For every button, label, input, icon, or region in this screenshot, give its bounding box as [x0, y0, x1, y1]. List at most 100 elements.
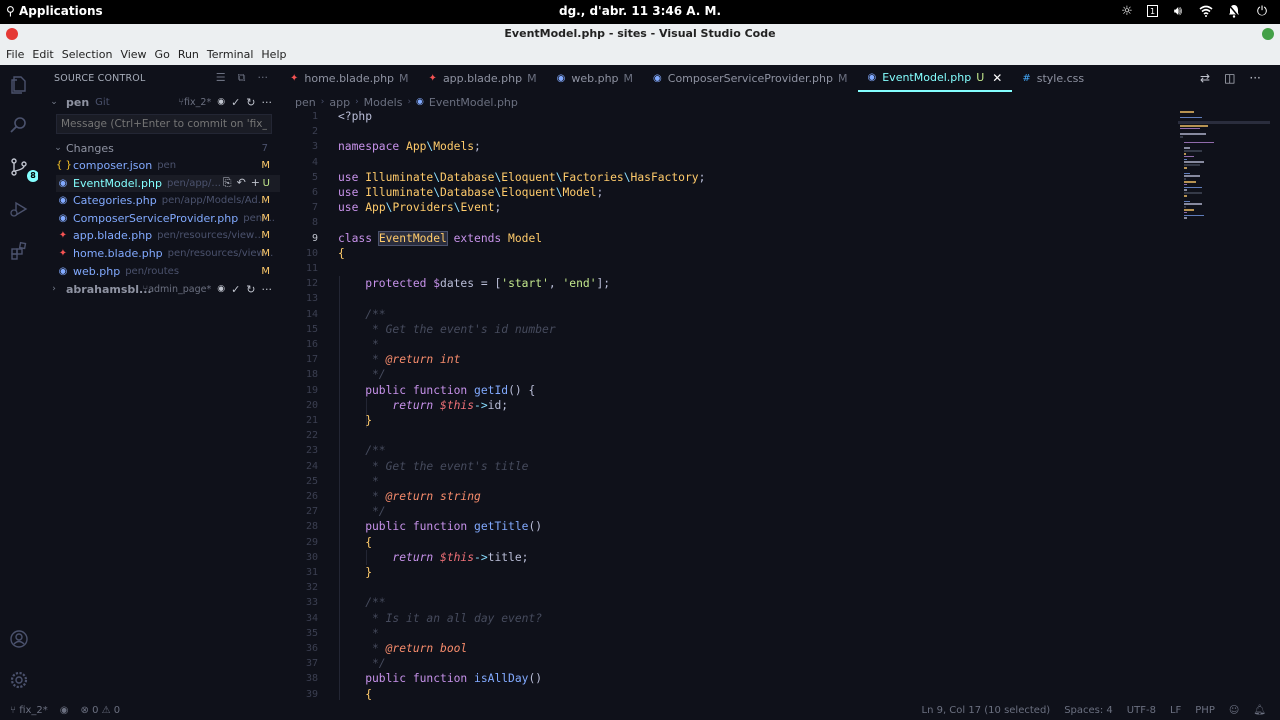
open-changes-icon[interactable]: ⇄ [1200, 71, 1210, 85]
more-actions-icon[interactable]: ··· [1249, 71, 1260, 85]
close-icon[interactable]: ✕ [992, 71, 1002, 85]
editor-tab[interactable]: ◉ EventModel.php U ✕ [857, 65, 1013, 92]
more-icon[interactable]: ··· [262, 283, 273, 296]
extensions-icon[interactable] [7, 239, 31, 263]
editor-tab[interactable]: ✦ app.blade.php M [419, 65, 547, 92]
code-token: () [528, 520, 543, 534]
repo-row-abrahamsbl[interactable]: › abrahamsbl... ⑂admin_page* ◉ ✓ ↻ ··· [38, 280, 280, 298]
branch-indicator[interactable]: ⑂admin_page* [143, 284, 212, 295]
editor-tab[interactable]: ◉ ComposerServiceProvider.php M [643, 65, 857, 92]
code-line: 16 * [280, 337, 1180, 352]
live-share-icon[interactable]: ◉ [60, 705, 69, 716]
menu-file[interactable]: File [5, 44, 29, 65]
changes-group[interactable]: ⌄ Changes 7 [50, 140, 272, 156]
code-token: 'end' [562, 277, 597, 291]
status-encoding[interactable]: UTF-8 [1127, 705, 1156, 716]
status-language[interactable]: PHP [1195, 705, 1215, 716]
bell-icon[interactable]: 🔔︎ [1253, 705, 1266, 716]
editor-tab[interactable]: ✦ home.blade.php M [280, 65, 419, 92]
split-editor-icon[interactable]: ◫ [1224, 71, 1235, 85]
applications-menu[interactable]: ⚲ Applications [6, 4, 103, 18]
code-editor[interactable]: 1 <?php 2 3 namespace App\Models; 4 5 use Illum… [280, 109, 1180, 702]
menu-go[interactable]: Go [154, 44, 175, 65]
collapse-all-icon[interactable]: ⧉ [238, 71, 246, 85]
changed-file-row[interactable]: ◉ Categories.php pen/app/Models/Ad... M [56, 192, 280, 209]
changed-file-row[interactable]: ◉ EventModel.php pen/app/... ⎘ ↶ + U [56, 174, 280, 192]
power-icon[interactable]: ⏻ [1254, 3, 1270, 19]
commit-check-icon[interactable]: ✓ [231, 283, 240, 296]
status-indentation[interactable]: Spaces: 4 [1064, 705, 1113, 716]
code-text: use Illuminate\Database\Eloquent\Model; [338, 185, 603, 200]
minimap[interactable] [1178, 109, 1270, 239]
status-cursor-position[interactable]: Ln 9, Col 17 (10 selected) [922, 705, 1051, 716]
changed-file-row[interactable]: { } composer.json pen M [56, 157, 280, 174]
menu-run[interactable]: Run [177, 44, 204, 65]
refresh-icon[interactable]: ↻ [246, 96, 255, 109]
refresh-icon[interactable]: ↻ [246, 283, 255, 296]
repo-row-pen[interactable]: ⌄ pen Git ⑂fix_2* ◉ ✓ ↻ ··· [38, 93, 280, 111]
workspace-indicator-icon[interactable]: 1 [1147, 5, 1158, 17]
window-close-button[interactable] [6, 28, 18, 40]
breadcrumb-item[interactable]: EventModel.php [429, 96, 518, 109]
more-icon[interactable]: ··· [262, 96, 273, 109]
file-type-icon: # [1022, 73, 1031, 84]
minimap-viewport[interactable] [1178, 121, 1270, 124]
notifications-off-icon[interactable] [1226, 3, 1242, 19]
account-icon[interactable] [7, 627, 31, 651]
file-path: pen/resources/views/l... [157, 230, 268, 242]
source-control-icon[interactable]: 8 [7, 155, 39, 182]
minimap-line [1184, 141, 1214, 144]
brightness-icon[interactable]: ☼ [1119, 3, 1135, 19]
gear-icon[interactable] [7, 668, 31, 692]
code-token: * [338, 353, 386, 367]
menu-selection[interactable]: Selection [61, 44, 118, 65]
editor-tab[interactable]: ◉ web.php M [547, 65, 643, 92]
file-status: U [262, 177, 270, 189]
code-token: protected [338, 277, 434, 291]
clock[interactable]: dg., d'abr. 11 3:46 A. M. [0, 4, 1280, 18]
file-path: pen/routes [125, 265, 180, 277]
volume-icon[interactable]: 🔊︎ [1170, 3, 1186, 19]
stage-changes-icon[interactable]: + [251, 176, 260, 190]
commit-message-input[interactable] [56, 114, 272, 134]
search-icon[interactable] [7, 113, 31, 137]
breadcrumb-item[interactable]: app [329, 96, 350, 109]
code-token: Illuminate [365, 170, 434, 184]
file-status: M [261, 160, 270, 171]
changed-file-row[interactable]: ◉ web.php pen/routes M [56, 263, 280, 280]
explorer-icon[interactable] [7, 73, 31, 97]
code-line: 8 [280, 215, 1180, 230]
status-problems[interactable]: ⊗ 0 ⚠ 0 [81, 705, 121, 716]
window-maximize-button[interactable] [1262, 28, 1274, 40]
menu-view[interactable]: View [119, 44, 151, 65]
minimap-line [1180, 111, 1194, 113]
tab-label: home.blade.php [304, 72, 395, 85]
feedback-icon[interactable]: ☺ [1229, 705, 1239, 716]
menu-terminal[interactable]: Terminal [206, 44, 259, 65]
discard-changes-icon[interactable]: ↶ [237, 176, 246, 190]
more-actions-icon[interactable]: ··· [258, 71, 269, 85]
view-as-tree-icon[interactable]: ☰ [216, 71, 226, 85]
menu-help[interactable]: Help [260, 44, 291, 65]
status-branch[interactable]: ⑂ fix_2* [10, 705, 48, 716]
branch-indicator[interactable]: ⑂fix_2* [178, 97, 211, 108]
open-file-icon[interactable]: ⎘ [223, 176, 232, 190]
status-eol[interactable]: LF [1170, 705, 1181, 716]
run-debug-icon[interactable] [7, 197, 31, 221]
editor-tab[interactable]: # style.css [1012, 65, 1094, 92]
activity-bar: 8 [0, 65, 39, 700]
changed-file-row[interactable]: ◉ ComposerServiceProvider.php pen/... M [56, 210, 280, 227]
changed-file-row[interactable]: ✦ app.blade.php pen/resources/views/l... M [56, 227, 280, 244]
line-number: 15 [305, 323, 318, 335]
breadcrumb-item[interactable]: Models [364, 96, 403, 109]
wifi-icon[interactable] [1198, 3, 1214, 19]
minimap-line [1180, 136, 1183, 138]
code-line: 17 * @return int [280, 352, 1180, 367]
code-text: protected $dates = ['start', 'end']; [338, 276, 610, 291]
changed-file-row[interactable]: ✦ home.blade.php pen/resources/view... M [56, 245, 280, 262]
commit-check-icon[interactable]: ✓ [231, 96, 240, 109]
menu-edit[interactable]: Edit [31, 44, 58, 65]
breadcrumb-item[interactable]: pen [295, 96, 316, 109]
eye-icon[interactable]: ◉ [217, 97, 225, 107]
eye-icon[interactable]: ◉ [217, 284, 225, 294]
